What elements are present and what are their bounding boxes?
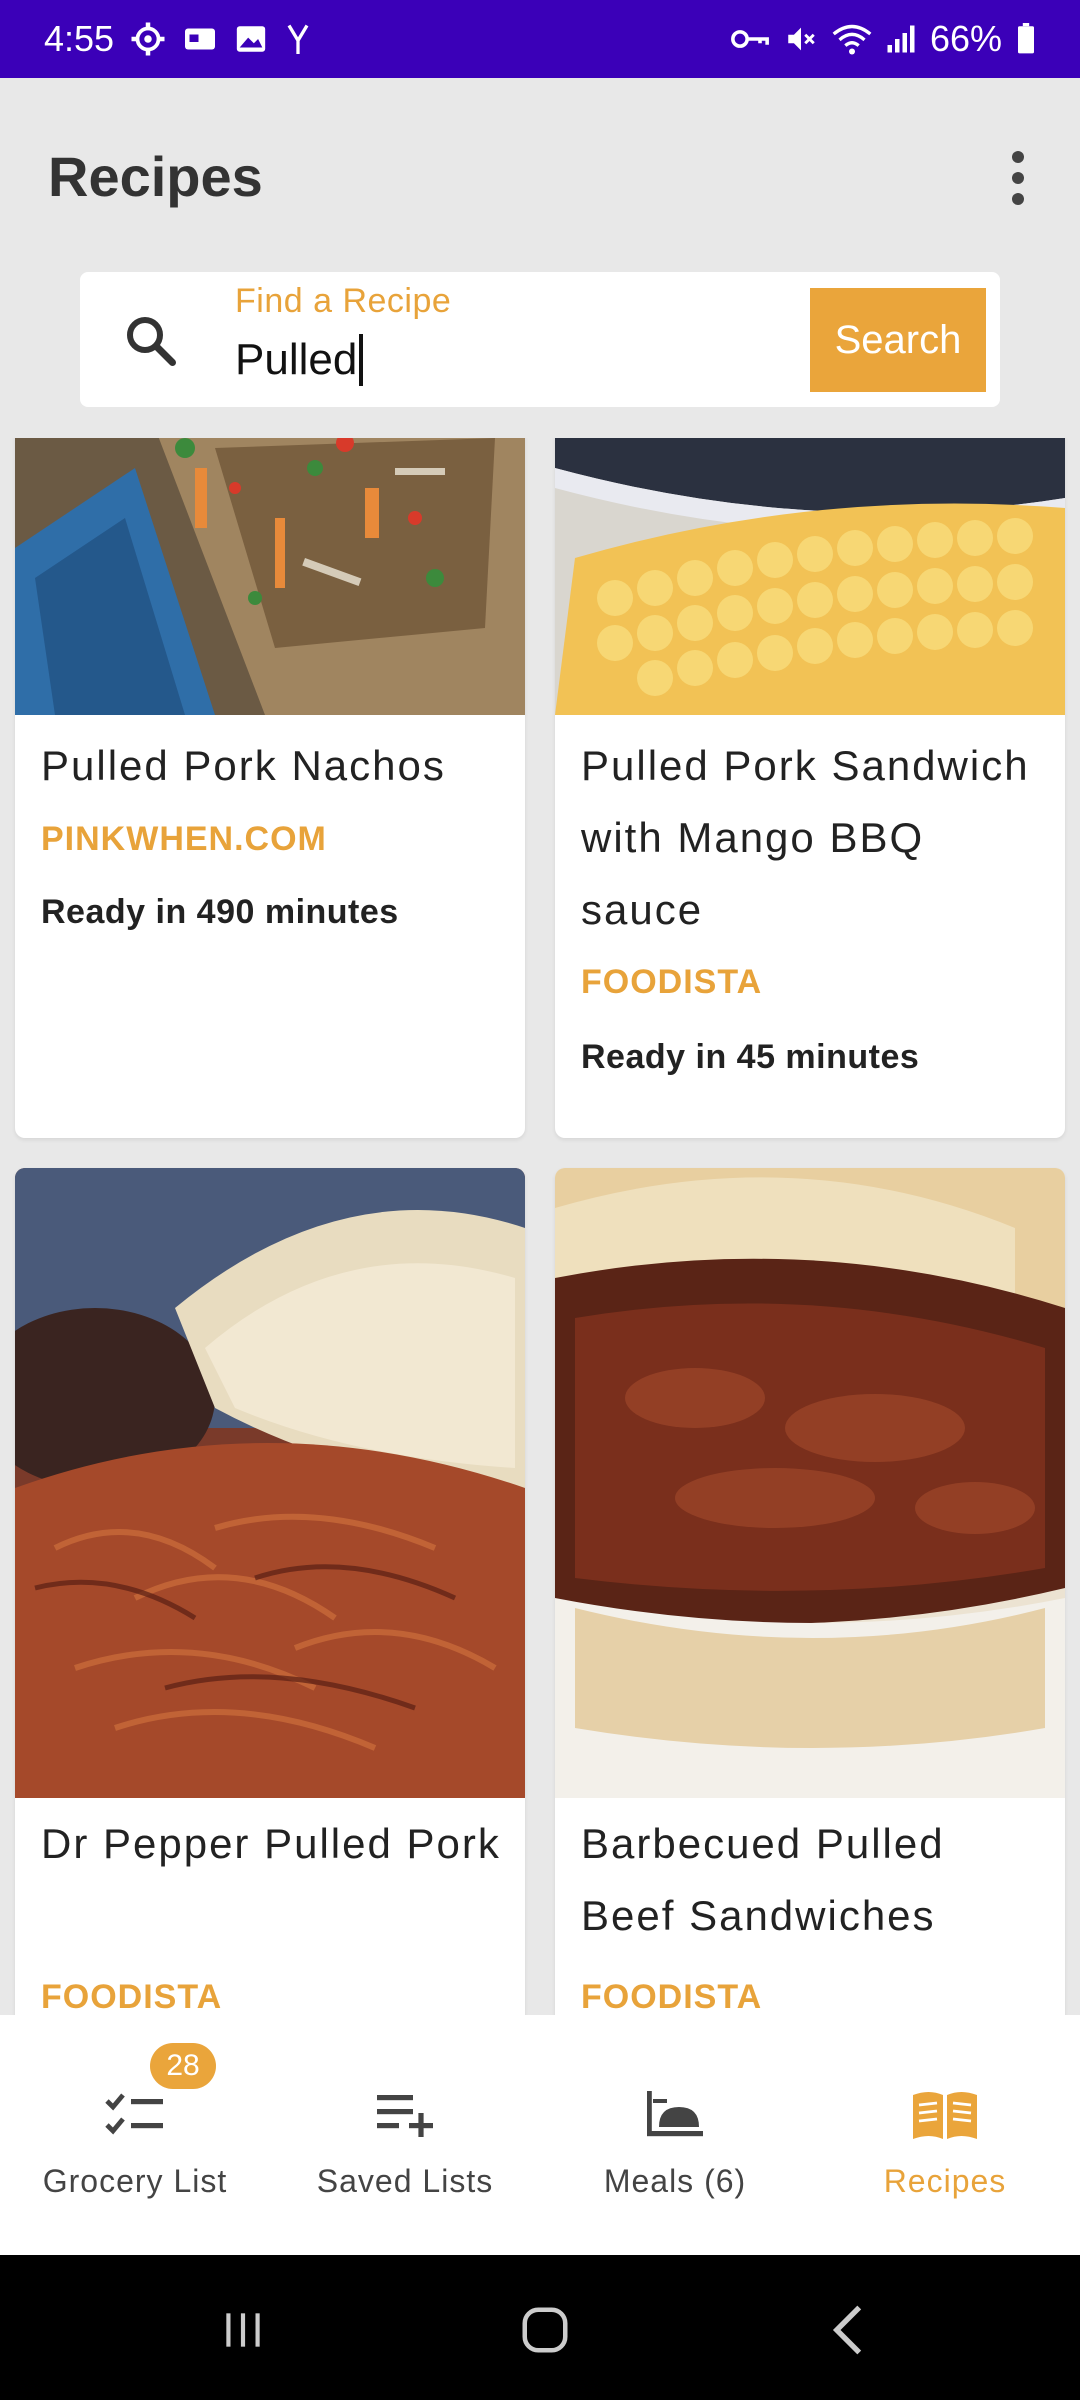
status-bar: 4:55 66% (0, 0, 1080, 78)
book-icon (910, 2085, 980, 2145)
recipe-ready-time: Ready in 490 minutes (41, 893, 399, 931)
search-input-value: Pulled (235, 335, 358, 384)
search-icon (120, 310, 180, 370)
system-nav-bar (0, 2255, 1080, 2400)
recipe-card[interactable]: Barbecued Pulled Beef Sandwiches FOODIST… (555, 1168, 1065, 2015)
mute-icon (784, 22, 818, 56)
page-title: Recipes (48, 145, 263, 208)
key-card-icon (182, 21, 218, 57)
playlist-add-icon (370, 2085, 440, 2145)
recipe-source: PINKWHEN.COM (41, 820, 327, 858)
checklist-icon (100, 2085, 170, 2145)
bottom-nav: 28 Grocery List Saved Lists Meals (6) Re… (0, 2015, 1080, 2255)
recipe-card[interactable]: Pulled Pork Nachos PINKWHEN.COM Ready in… (15, 438, 525, 1138)
image-icon (234, 22, 268, 56)
status-time: 4:55 (44, 18, 115, 59)
recipe-title: Pulled Pork Sandwich with Mango BBQ sauc… (581, 742, 1030, 933)
search-input[interactable]: Pulled (235, 330, 795, 390)
nav-item-meals[interactable]: Meals (6) (540, 2015, 810, 2255)
nav-label-meals: Meals (6) (603, 2163, 747, 2199)
nav-item-grocery-list[interactable]: 28 Grocery List (0, 2015, 270, 2255)
nav-item-recipes[interactable]: Recipes (810, 2015, 1080, 2255)
search-field-label: Find a Recipe (235, 282, 452, 320)
battery-icon (1016, 23, 1036, 55)
nav-item-saved-lists[interactable]: Saved Lists (270, 2015, 540, 2255)
recipe-image (15, 438, 525, 715)
recipe-image (555, 438, 1065, 715)
battery-percent: 66% (929, 18, 1002, 59)
recipe-source: FOODISTA (581, 1978, 763, 2015)
recipe-image (555, 1168, 1065, 1798)
dining-icon (640, 2085, 710, 2145)
nav-label-recipes: Recipes (883, 2163, 1007, 2199)
grocery-count-badge: 28 (150, 2043, 216, 2089)
recipe-ready-time: Ready in 45 minutes (581, 1038, 920, 1076)
recipe-title: Barbecued Pulled Beef Sandwiches (581, 1820, 945, 1939)
text-caret (359, 334, 364, 386)
nav-label-saved-lists: Saved Lists (316, 2163, 494, 2199)
cell-signal-icon (886, 23, 916, 55)
signal-y-icon (284, 21, 312, 57)
gear-icon (130, 21, 166, 57)
recipe-card[interactable]: Dr Pepper Pulled Pork FOODISTA (15, 1168, 525, 2015)
recipe-card[interactable]: Pulled Pork Sandwich with Mango BBQ sauc… (555, 438, 1065, 1138)
recipe-source: FOODISTA (581, 963, 763, 1001)
more-vert-icon[interactable] (988, 138, 1048, 218)
back-icon[interactable] (808, 2295, 888, 2365)
nav-label-grocery-list: Grocery List (42, 2163, 228, 2199)
recipe-source: FOODISTA (41, 1978, 223, 2015)
recipe-title: Pulled Pork Nachos (41, 742, 446, 789)
app-bar: Recipes (0, 78, 1080, 278)
recipe-grid[interactable]: Pulled Pork Nachos PINKWHEN.COM Ready in… (0, 438, 1080, 2015)
recipe-title: Dr Pepper Pulled Pork (41, 1820, 501, 1867)
search-button[interactable]: Search (810, 288, 986, 392)
recent-apps-icon[interactable] (203, 2295, 283, 2365)
vpn-key-icon (730, 24, 770, 54)
home-icon[interactable] (505, 2295, 585, 2365)
search-card: Find a Recipe Pulled Search (80, 272, 1000, 407)
wifi-icon (832, 22, 872, 56)
recipe-image (15, 1168, 525, 1798)
